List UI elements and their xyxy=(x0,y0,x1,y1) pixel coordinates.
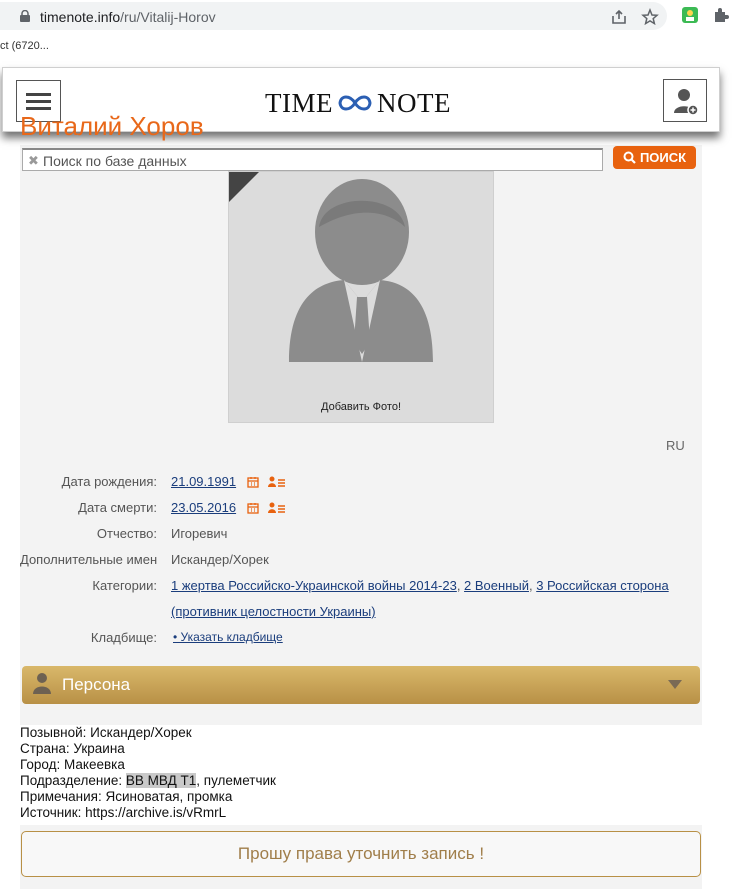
url-text: timenote.info/ru/Vitalij-Horov xyxy=(40,9,216,25)
category-link[interactable]: 2 Военный xyxy=(464,578,529,593)
request-edit-rights-button[interactable]: Прошу права уточнить запись ! xyxy=(21,831,701,877)
person-icon xyxy=(33,673,51,694)
site-logo[interactable]: TIME NOTE xyxy=(265,88,451,118)
calendar-icon[interactable] xyxy=(245,476,261,488)
birth-label: Дата рождения: xyxy=(61,474,157,489)
category-link[interactable]: (противник целостности Украины) xyxy=(171,604,376,619)
extra-names-value: Искандер/Хорек xyxy=(171,552,269,567)
search-placeholder: Поиск по базе данных xyxy=(43,153,187,169)
profile-photo[interactable]: Добавить Фото! xyxy=(228,171,494,423)
star-icon[interactable] xyxy=(641,8,659,26)
categories-value: 1 жертва Российско-Украинской войны 2014… xyxy=(171,578,669,593)
patronymic-value: Игоревич xyxy=(171,526,228,541)
category-link[interactable]: 3 Российская сторона xyxy=(536,578,668,593)
extension-green-icon[interactable] xyxy=(681,6,699,24)
persona-section-header[interactable]: Персона xyxy=(22,666,700,704)
search-icon xyxy=(623,151,636,164)
highlighted-text: ВВ МВД Т1 xyxy=(125,773,197,788)
person-list-icon[interactable] xyxy=(268,476,286,488)
person-list-icon[interactable] xyxy=(268,502,286,514)
collapse-arrow-icon[interactable] xyxy=(668,680,682,689)
clear-icon[interactable]: ✖ xyxy=(28,153,39,169)
address-bar[interactable]: timenote.info/ru/Vitalij-Horov xyxy=(0,2,667,30)
language-indicator[interactable]: RU xyxy=(666,438,685,453)
category-link[interactable]: 1 жертва Российско-Украинской войны 2014… xyxy=(171,578,457,593)
death-label: Дата смерти: xyxy=(78,500,157,515)
patronymic-label: Отчество: xyxy=(96,526,157,541)
browser-chrome: timenote.info/ru/Vitalij-Horov ct (6720.… xyxy=(0,0,736,62)
user-add-icon xyxy=(674,89,699,116)
avatar-placeholder-icon xyxy=(289,179,433,362)
persona-title: Персона xyxy=(62,675,131,694)
person-description: Позывной: Искандер/Хорек Страна: Украина… xyxy=(20,725,710,825)
add-user-button[interactable] xyxy=(663,79,707,122)
extensions-puzzle-icon[interactable] xyxy=(712,6,730,24)
search-input[interactable]: ✖ Поиск по базе данных xyxy=(22,148,603,171)
share-icon[interactable] xyxy=(610,8,628,26)
categories-label: Категории: xyxy=(92,578,157,593)
hamburger-icon xyxy=(26,93,51,96)
specify-cemetery-link[interactable]: • Указать кладбище xyxy=(173,630,283,644)
add-photo-caption[interactable]: Добавить Фото! xyxy=(229,401,493,413)
death-date-link[interactable]: 23.05.2016 xyxy=(171,500,236,515)
lock-icon xyxy=(20,10,30,22)
search-button[interactable]: ПОИСК xyxy=(613,146,696,169)
bookmark-item[interactable]: ct (6720... xyxy=(0,40,49,52)
birth-date-link[interactable]: 21.09.1991 xyxy=(171,474,236,489)
calendar-icon[interactable] xyxy=(245,502,261,514)
extra-names-label: Дополнительные имен xyxy=(20,552,158,567)
cemetery-label: Кладбище: xyxy=(90,630,157,645)
person-name: Виталий Хоров xyxy=(20,111,204,141)
infinity-icon xyxy=(338,95,372,111)
